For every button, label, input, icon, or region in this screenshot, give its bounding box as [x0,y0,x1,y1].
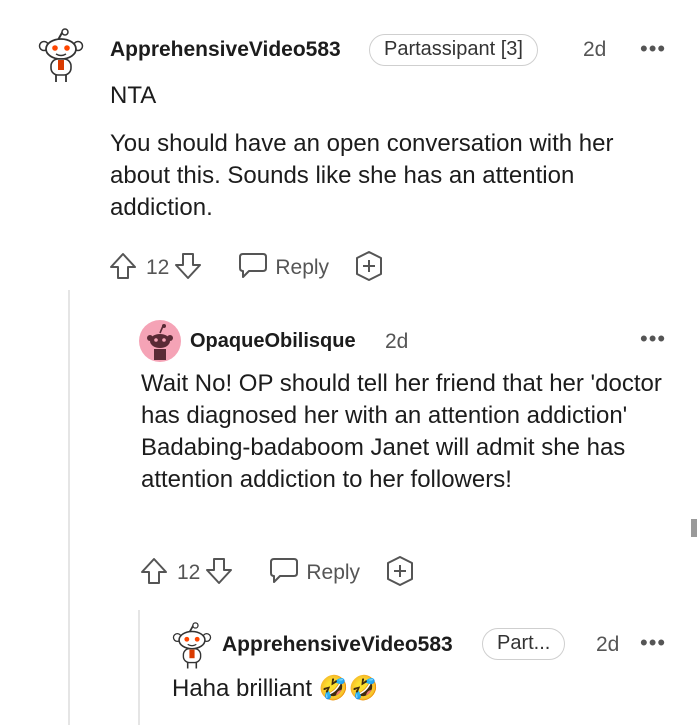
snoo-avatar[interactable] [139,320,181,362]
award-icon[interactable] [353,250,385,287]
upvote-icon[interactable] [108,251,138,286]
timestamp: 2d [583,38,607,61]
timestamp: 2d [596,633,620,656]
thread-line[interactable] [68,290,70,725]
snoo-avatar[interactable] [36,28,84,82]
comment-paragraph: NTA [110,82,157,109]
comment-bubble-icon [268,555,300,591]
comment-body: Haha brilliant 🤣🤣 [172,673,652,705]
scrollbar-thumb[interactable] [691,519,697,537]
comment-body: NTA You should have an open conversation… [110,80,650,224]
award-icon[interactable] [384,555,416,592]
user-flair: Part... [482,628,566,660]
reply-button[interactable]: Reply [237,250,329,286]
comment-paragraph: Wait No! OP should tell her friend that … [141,370,662,493]
more-options-button[interactable]: ••• [640,36,666,62]
comment-actions: 12 Reply [139,555,416,591]
username[interactable]: ApprehensiveVideo583 [110,38,341,62]
reply-label: Reply [275,256,330,279]
username[interactable]: ApprehensiveVideo583 [222,633,453,657]
more-options-button[interactable]: ••• [640,630,666,656]
comment-body: Wait No! OP should tell her friend that … [141,368,666,496]
timestamp: 2d [385,330,409,353]
snoo-avatar[interactable] [170,622,214,669]
reply-label: Reply [306,561,361,584]
reply-button[interactable]: Reply [268,555,360,591]
downvote-icon[interactable] [173,251,203,286]
comment-paragraph: Haha brilliant 🤣🤣 [172,675,379,702]
comment-actions: 12 Reply [108,250,385,286]
more-options-button[interactable]: ••• [640,326,666,352]
downvote-icon[interactable] [204,556,234,591]
vote-count: 12 [146,256,170,279]
comment-bubble-icon [237,250,269,286]
upvote-icon[interactable] [139,556,169,591]
user-flair: Partassipant [3] [369,34,538,66]
vote-count: 12 [177,561,201,584]
comment-paragraph: You should have an open conversation wit… [110,130,614,221]
username[interactable]: OpaqueObilisque [190,330,356,353]
thread-line[interactable] [138,610,140,725]
